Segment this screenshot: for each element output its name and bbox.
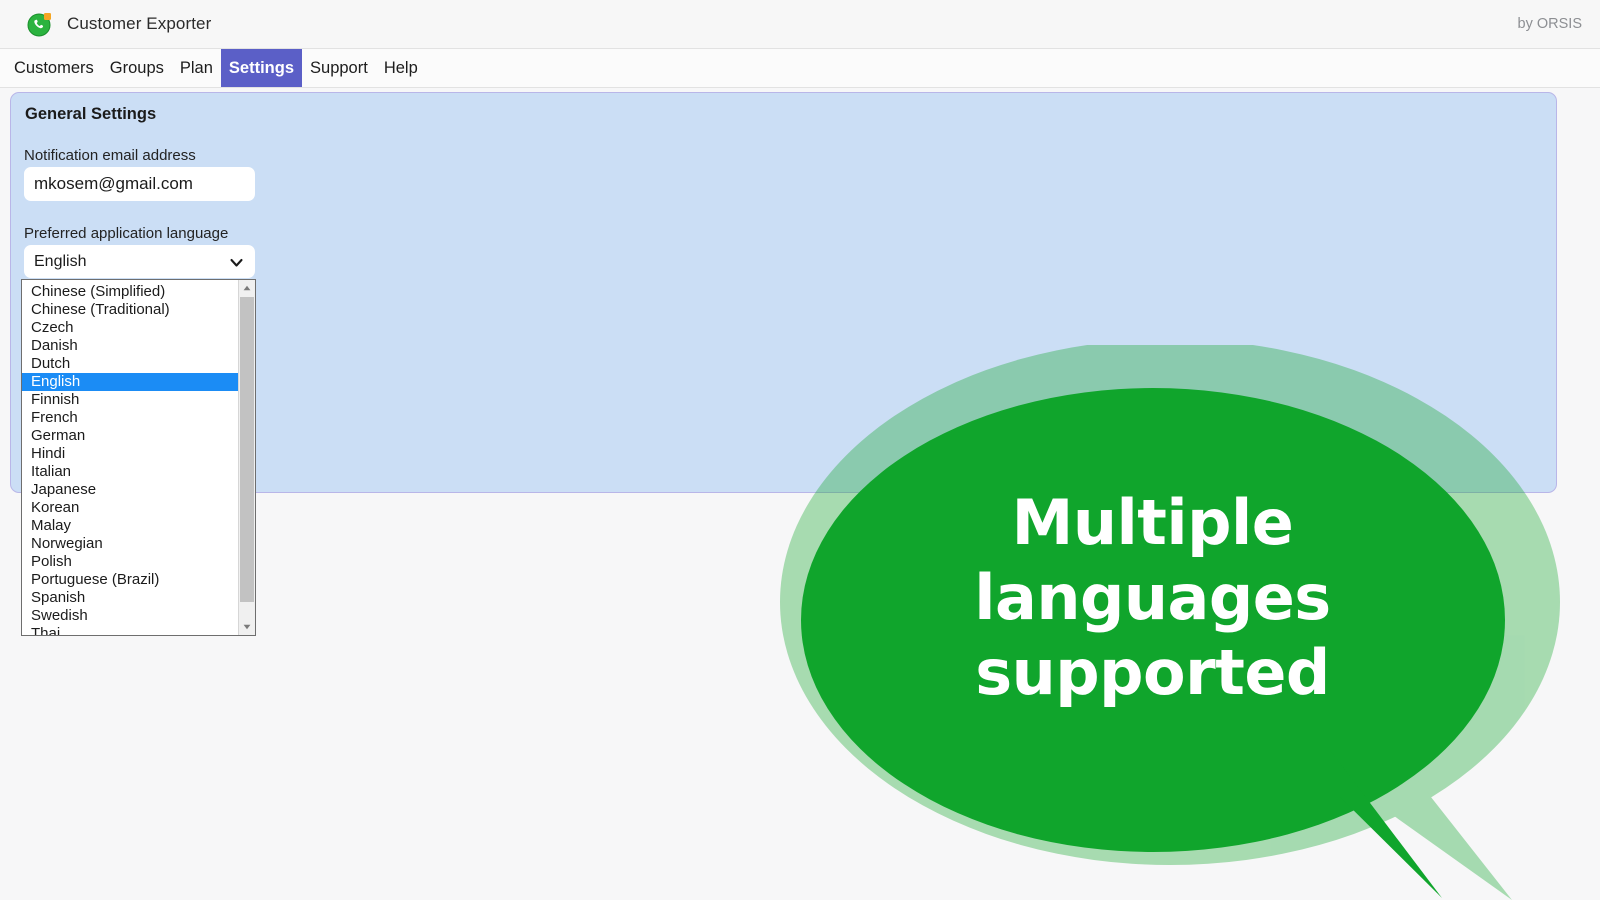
- language-option[interactable]: German: [22, 427, 240, 445]
- language-option[interactable]: French: [22, 409, 240, 427]
- language-option[interactable]: Malay: [22, 517, 240, 535]
- page-title: General Settings: [25, 105, 157, 123]
- language-option[interactable]: Hindi: [22, 445, 240, 463]
- language-option[interactable]: Chinese (Simplified): [22, 283, 240, 301]
- callout-line-3: supported: [975, 636, 1330, 709]
- language-option[interactable]: Portuguese (Brazil): [22, 571, 240, 589]
- language-option-list: Chinese (Simplified) Chinese (Traditiona…: [22, 280, 240, 635]
- nav-item-support[interactable]: Support: [302, 49, 376, 87]
- language-option[interactable]: Danish: [22, 337, 240, 355]
- language-option[interactable]: Thai: [22, 625, 240, 635]
- language-select[interactable]: English: [24, 245, 255, 278]
- language-option[interactable]: Czech: [22, 319, 240, 337]
- language-option[interactable]: Dutch: [22, 355, 240, 373]
- language-dropdown-list[interactable]: Chinese (Simplified) Chinese (Traditiona…: [21, 279, 256, 636]
- language-option[interactable]: Japanese: [22, 481, 240, 499]
- language-option[interactable]: Spanish: [22, 589, 240, 607]
- triangle-down-icon[interactable]: [239, 619, 255, 635]
- language-select-value: English: [34, 252, 87, 270]
- nav-item-plan[interactable]: Plan: [172, 49, 221, 87]
- language-option[interactable]: Finnish: [22, 391, 240, 409]
- nav-item-help[interactable]: Help: [376, 49, 426, 87]
- main-navigation: Customers Groups Plan Settings Support H…: [0, 49, 1600, 88]
- notification-email-label: Notification email address: [24, 147, 196, 164]
- language-option[interactable]: Italian: [22, 463, 240, 481]
- chevron-down-icon: [229, 255, 244, 275]
- app-title: Customer Exporter: [67, 14, 212, 33]
- language-option[interactable]: Polish: [22, 553, 240, 571]
- preferred-language-label: Preferred application language: [24, 225, 229, 242]
- language-option[interactable]: Chinese (Traditional): [22, 301, 240, 319]
- language-option[interactable]: Swedish: [22, 607, 240, 625]
- dropdown-scrollbar[interactable]: [238, 280, 255, 635]
- language-option-selected[interactable]: English: [22, 373, 240, 391]
- nav-item-settings[interactable]: Settings: [220, 49, 303, 87]
- callout-line-2: languages: [974, 561, 1331, 634]
- callout-text: Multiple languages supported: [770, 485, 1535, 710]
- triangle-up-icon[interactable]: [239, 280, 255, 296]
- language-option[interactable]: Norwegian: [22, 535, 240, 553]
- language-option[interactable]: Korean: [22, 499, 240, 517]
- nav-item-groups[interactable]: Groups: [102, 49, 172, 87]
- whatsapp-green-phone-icon: [27, 11, 53, 37]
- dropdown-scrollbar-thumb[interactable]: [240, 297, 254, 602]
- nav-item-customers[interactable]: Customers: [6, 49, 102, 87]
- vendor-label: by ORSIS: [1517, 16, 1582, 32]
- notification-email-input[interactable]: [24, 167, 255, 201]
- callout-line-1: Multiple: [1011, 486, 1294, 559]
- title-bar: Customer Exporter by ORSIS: [0, 0, 1600, 49]
